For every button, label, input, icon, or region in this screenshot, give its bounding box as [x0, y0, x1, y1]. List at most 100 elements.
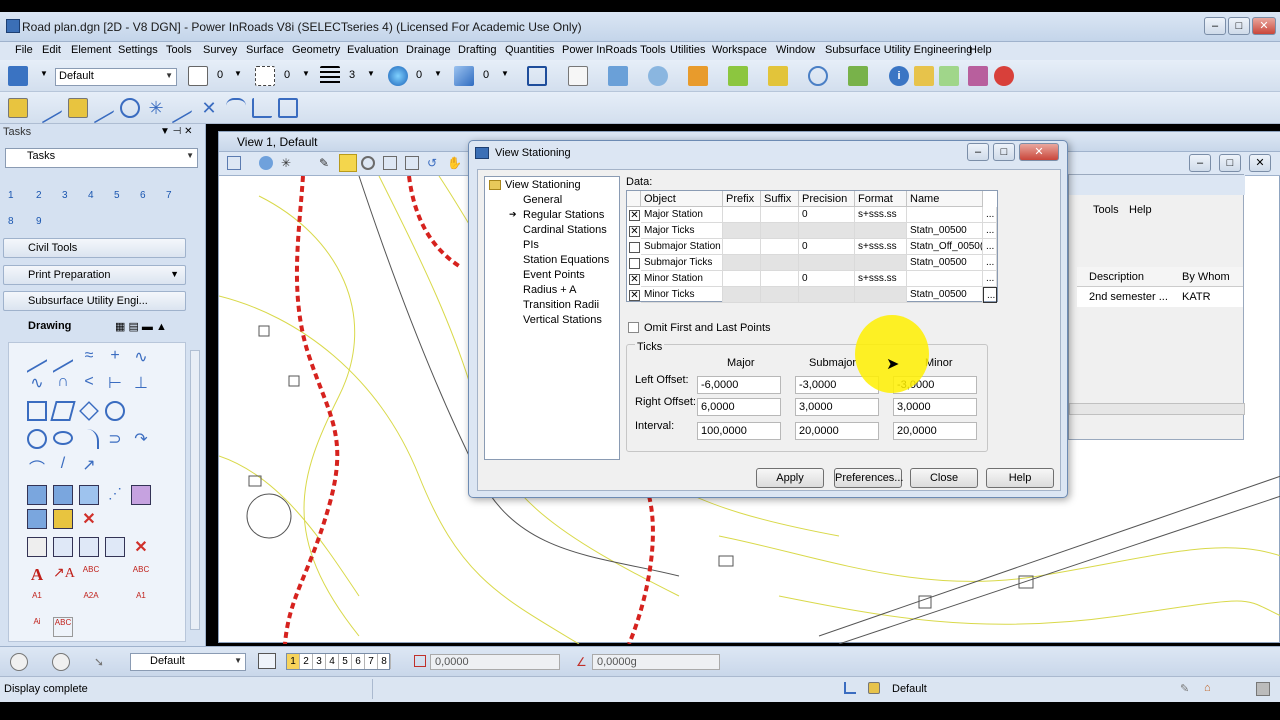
pattern-icon[interactable] [131, 485, 151, 505]
window-area-icon[interactable] [383, 156, 397, 170]
center-snap-icon[interactable]: ✳ [146, 98, 166, 118]
menu-help[interactable]: Help [969, 44, 992, 56]
accusnap-icon[interactable] [8, 98, 28, 118]
cell-prefix[interactable] [723, 271, 761, 287]
tool-number[interactable]: 3 [62, 190, 68, 201]
grid-snap-icon[interactable] [68, 98, 88, 118]
cell-name[interactable]: Statn_00500 [907, 287, 983, 303]
increment-text-icon[interactable]: A1 [27, 591, 47, 611]
update-view-icon[interactable] [259, 156, 273, 170]
level-combo[interactable]: Default [55, 68, 177, 86]
view-4-button[interactable]: 4 [326, 654, 339, 669]
right-offset-submajor-input[interactable]: 3,0000 [795, 398, 879, 416]
snap-icon[interactable] [968, 66, 988, 86]
pen-icon[interactable]: ✎ [319, 156, 333, 170]
diamond-icon[interactable] [79, 401, 99, 421]
table-row[interactable]: 2nd semester ... KATR [1077, 287, 1243, 307]
cell-ellipsis[interactable]: ... [983, 207, 997, 223]
extend-arc-icon[interactable]: ↗ [79, 455, 99, 475]
menu-window[interactable]: Window [776, 44, 815, 56]
change-text-icon[interactable]: A2A [81, 591, 101, 611]
settings-icon[interactable]: ✳ [281, 156, 295, 170]
view-5-button[interactable]: 5 [339, 654, 352, 669]
tree-item-vertical-stations[interactable]: Vertical Stations [523, 314, 602, 326]
multi-line-icon[interactable]: ≈ [79, 347, 99, 367]
cell-ellipsis[interactable]: ... [983, 255, 997, 271]
row-checkbox[interactable]: ✕ [629, 210, 640, 221]
left-offset-major-input[interactable]: -6,0000 [697, 376, 781, 394]
menu-element[interactable]: Element [71, 44, 111, 56]
dropdown-arrow-icon[interactable]: ▼ [302, 69, 310, 78]
menu-evaluation[interactable]: Evaluation [347, 44, 398, 56]
modify-radius-icon[interactable]: / [53, 455, 73, 475]
arc-icon[interactable] [226, 98, 246, 118]
column-header-format[interactable]: Format [855, 191, 907, 207]
close-button[interactable]: Close [910, 468, 978, 488]
cell-object[interactable]: Minor Station [641, 271, 723, 287]
column-description[interactable]: Description [1089, 271, 1144, 283]
design-file-icon[interactable] [1256, 682, 1270, 696]
raster-icon[interactable] [648, 66, 668, 86]
apply-button[interactable]: Apply [756, 468, 824, 488]
dialog-minimize-button[interactable]: – [967, 143, 989, 161]
panel-print-preparation[interactable]: Print Preparation ▼ [3, 265, 186, 285]
view-attributes-icon[interactable] [227, 156, 241, 170]
column-header-name[interactable]: Name [907, 191, 983, 207]
dropdown-arrow-icon[interactable]: ▼ [501, 69, 509, 78]
menu-file[interactable]: File [15, 44, 33, 56]
word-processor-icon[interactable]: ABC [53, 617, 73, 637]
interval-minor-input[interactable]: 20,0000 [893, 422, 977, 440]
select-cell-icon[interactable] [79, 537, 99, 557]
cell-ellipsis[interactable]: ... [983, 223, 997, 239]
help-button[interactable]: Help [986, 468, 1054, 488]
half-ellipse-icon[interactable]: ⊃ [105, 429, 125, 449]
circle-snap-icon[interactable] [120, 98, 140, 118]
omit-first-last-checkbox[interactable] [628, 322, 639, 333]
cell-ellipsis[interactable]: ... [983, 271, 997, 287]
delete-icon[interactable]: ✕ [79, 509, 99, 529]
cell-suffix[interactable] [761, 239, 799, 255]
text-node-icon[interactable]: A1 [131, 591, 151, 611]
level-manager-icon[interactable] [728, 66, 748, 86]
preferences-button[interactable]: Preferences... [834, 468, 903, 488]
cell-object[interactable]: Minor Ticks [641, 287, 723, 303]
find-icon[interactable] [914, 66, 934, 86]
menu-subsurface-utility-engineering[interactable]: Subsurface Utility Engineering [825, 44, 972, 56]
view-minimize-button[interactable]: – [1189, 154, 1211, 172]
cell-object[interactable]: Major Station [641, 207, 723, 223]
crosshatch-icon[interactable]: ⋰ [105, 485, 125, 505]
zoom-icon[interactable] [808, 66, 828, 86]
quarter-ellipse-icon[interactable]: ↷ [131, 429, 151, 449]
cell-prefix[interactable] [723, 239, 761, 255]
minimize-button[interactable]: – [1204, 17, 1226, 35]
maximize-button[interactable]: □ [1228, 17, 1250, 35]
element-selection-icon[interactable] [8, 66, 28, 86]
close-window-button[interactable]: ✕ [1252, 17, 1276, 35]
fence-icon[interactable] [527, 66, 547, 86]
arc-tool-icon[interactable] [79, 429, 99, 449]
tool-number[interactable]: 1 [8, 190, 14, 201]
panel-menu-icon[interactable]: ▼ ⊣ ✕ [160, 126, 193, 137]
tree-item-radius-a[interactable]: Radius + A [523, 284, 577, 296]
bounding-box-icon[interactable] [278, 98, 298, 118]
menu-workspace[interactable]: Workspace [712, 44, 767, 56]
tree-item-cardinal-stations[interactable]: Cardinal Stations [523, 224, 607, 236]
view-7-button[interactable]: 7 [365, 654, 378, 669]
pan-icon[interactable]: ✋ [447, 156, 462, 170]
rotate-view-icon[interactable]: ↺ [427, 156, 441, 170]
models-icon[interactable] [688, 66, 708, 86]
cell-ellipsis-focused[interactable]: ... [983, 287, 997, 303]
menu-utilities[interactable]: Utilities [670, 44, 705, 56]
tool-number[interactable]: 4 [88, 190, 94, 201]
spell-check-icon[interactable]: ABC [81, 565, 101, 585]
panel-civil-tools[interactable]: Civil Tools [3, 238, 186, 258]
menu-settings[interactable]: Settings [118, 44, 158, 56]
compare-icon[interactable] [939, 66, 959, 86]
cell-format[interactable]: s+sss.ss [855, 271, 907, 287]
tree-item-general[interactable]: General [523, 194, 562, 206]
edit-text-icon[interactable]: ↗A [53, 565, 75, 585]
row-checkbox[interactable]: ✕ [629, 274, 640, 285]
menu-help[interactable]: Help [1129, 204, 1152, 216]
tree-item-transition-radii[interactable]: Transition Radii [523, 299, 599, 311]
tasks-dropdown[interactable]: Tasks [5, 148, 198, 168]
